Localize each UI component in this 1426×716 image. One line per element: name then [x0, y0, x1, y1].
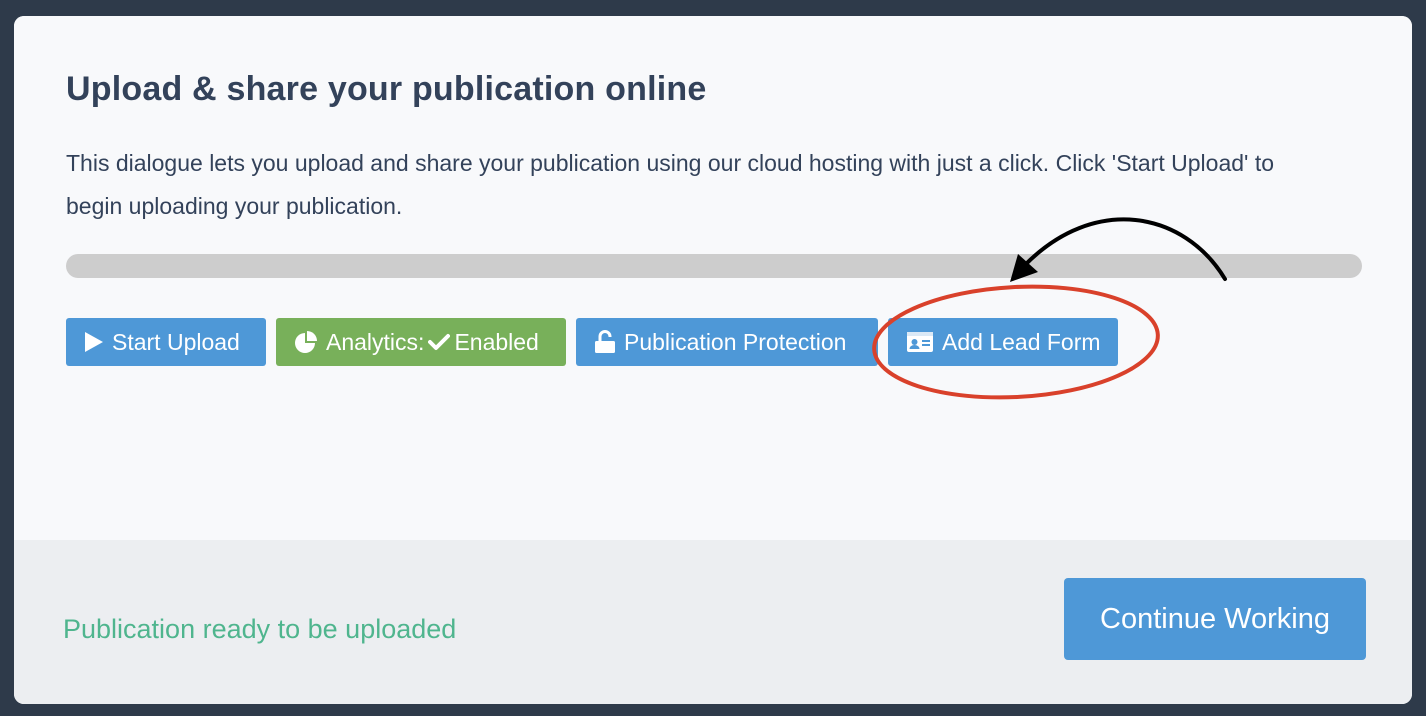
- check-icon: [428, 333, 451, 351]
- start-upload-button[interactable]: Start Upload: [66, 318, 266, 366]
- pie-chart-icon: [294, 330, 318, 354]
- analytics-label: Analytics:: [326, 328, 425, 355]
- continue-working-button[interactable]: Continue Working: [1064, 578, 1366, 660]
- upload-progress-bar: [66, 254, 1362, 278]
- analytics-toggle-button[interactable]: Analytics: Enabled: [276, 318, 566, 366]
- id-card-icon: [906, 331, 934, 353]
- dialog-description: This dialogue lets you upload and share …: [66, 150, 1275, 219]
- start-upload-label: Start Upload: [112, 328, 240, 355]
- upload-status-text: Publication ready to be uploaded: [63, 614, 457, 644]
- upload-share-dialog: Upload & share your publication online T…: [14, 16, 1412, 704]
- dialog-body: Upload & share your publication online T…: [14, 16, 1412, 540]
- publication-protection-button[interactable]: Publication Protection: [576, 318, 878, 366]
- play-icon: [84, 331, 104, 353]
- dialog-footer: Publication ready to be uploaded Continu…: [14, 540, 1412, 704]
- dialog-title: Upload & share your publication online: [66, 70, 707, 108]
- add-lead-form-label: Add Lead Form: [942, 328, 1101, 355]
- analytics-status: Enabled: [454, 328, 539, 355]
- add-lead-form-button[interactable]: Add Lead Form: [888, 318, 1118, 366]
- publication-protection-label: Publication Protection: [624, 328, 847, 355]
- unlock-icon: [594, 330, 616, 354]
